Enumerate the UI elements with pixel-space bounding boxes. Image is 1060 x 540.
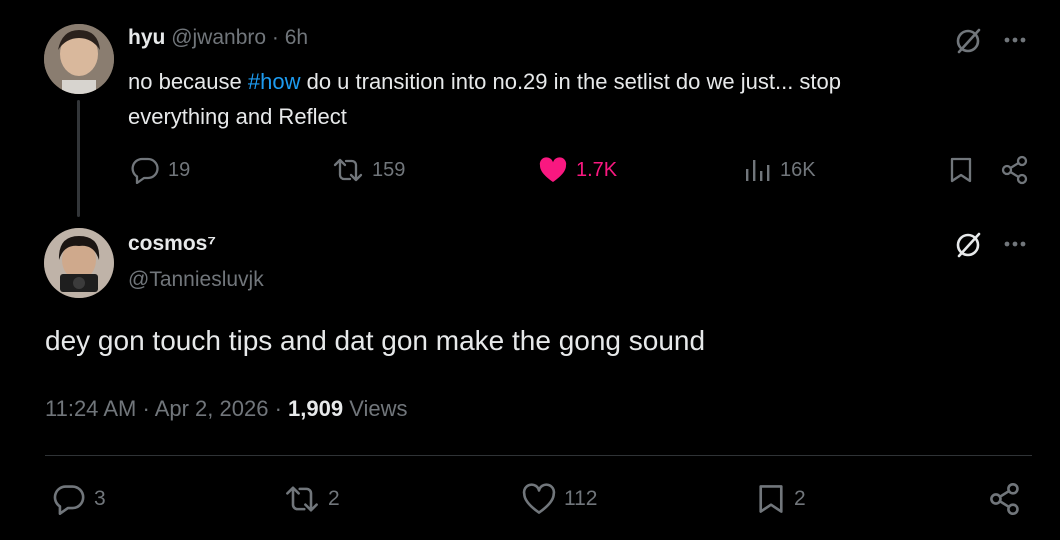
avatar-hyu-image [44, 24, 114, 94]
parent-author-name[interactable]: hyu [128, 26, 165, 49]
parent-header-separator: · [271, 26, 279, 49]
parent-bookmark-button[interactable] [948, 156, 974, 189]
parent-post-text: no because #how do u transition into no.… [128, 64, 841, 134]
main-reply-count: 3 [94, 487, 106, 510]
parent-text-prefix: no because [128, 69, 248, 94]
parent-like-button[interactable]: 1.7K [538, 156, 617, 184]
parent-text-line2: everything and Reflect [128, 104, 347, 129]
parent-reply-button[interactable]: 19 [130, 156, 190, 184]
parent-post-time[interactable]: 6h [285, 26, 308, 49]
post-views-label: Views [343, 396, 408, 421]
main-author-name-text: cosmos⁷ [128, 232, 217, 255]
repost-icon [333, 158, 363, 182]
main-bookmark-count: 2 [794, 487, 806, 510]
more-icon[interactable] [1000, 30, 1030, 50]
more-icon[interactable] [1000, 234, 1030, 254]
main-like-count: 112 [564, 487, 598, 510]
parent-view-count: 16K [780, 158, 816, 181]
share-icon [1001, 155, 1028, 185]
reply-icon [131, 157, 159, 184]
main-author-name[interactable]: cosmos⁷ [128, 232, 216, 256]
parent-reply-count: 19 [168, 158, 191, 181]
heart-outline-icon [522, 483, 556, 514]
post-views-count: 1,909 [288, 396, 344, 421]
avatar-hyu[interactable] [44, 24, 114, 94]
meta-separator: · [142, 396, 150, 421]
main-like-button[interactable]: 112 [522, 483, 597, 515]
share-icon [990, 482, 1019, 516]
divider [45, 455, 1032, 456]
grok-icon[interactable] [953, 230, 983, 260]
heart-filled-icon [539, 157, 567, 182]
post-time[interactable]: 11:24 AM [45, 396, 136, 421]
reply-icon [53, 485, 85, 515]
grok-icon[interactable] [953, 26, 983, 56]
post-metadata: 11:24 AM · Apr 2, 2026 · 1,909 Views [45, 396, 407, 422]
main-post-text: dey gon touch tips and dat gon make the … [45, 325, 706, 356]
analytics-icon [746, 160, 770, 181]
hashtag-link[interactable]: #how [248, 69, 301, 94]
bookmark-icon [759, 485, 783, 513]
parent-share-button[interactable] [1000, 155, 1030, 190]
parent-views-button[interactable]: 16K [744, 156, 816, 184]
main-bookmark-button[interactable]: 2 [756, 483, 806, 515]
post-date[interactable]: Apr 2, 2026 [155, 396, 269, 421]
parent-post-header: hyu @jwanbro · 6h [128, 26, 308, 50]
meta-separator: · [274, 396, 282, 421]
main-author-handle[interactable]: @Tanniesluvjk [128, 268, 264, 292]
avatar-cosmos-image [44, 228, 114, 298]
main-repost-count: 2 [328, 487, 340, 510]
main-repost-button[interactable]: 2 [284, 483, 340, 515]
main-reply-button[interactable]: 3 [52, 483, 106, 515]
parent-text-line1: do u transition into no.29 in the setlis… [300, 69, 842, 94]
repost-icon [286, 486, 318, 512]
thread-connector-line [77, 100, 80, 217]
avatar-cosmos[interactable] [44, 228, 114, 298]
parent-repost-count: 159 [372, 158, 406, 181]
parent-repost-button[interactable]: 159 [332, 156, 405, 184]
parent-author-handle[interactable]: @jwanbro [171, 26, 266, 49]
bookmark-icon [950, 157, 972, 183]
parent-like-count: 1.7K [576, 158, 618, 181]
main-share-button[interactable] [988, 482, 1022, 521]
